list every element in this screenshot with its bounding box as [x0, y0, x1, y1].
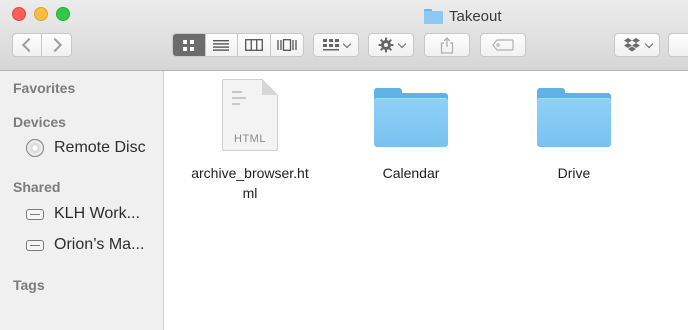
disc-icon	[26, 139, 44, 157]
list-view-button[interactable]	[206, 34, 238, 56]
list-view-icon	[213, 40, 230, 51]
minimize-window-button[interactable]	[34, 7, 48, 21]
icon-view-icon	[183, 39, 195, 51]
chevron-down-icon	[397, 39, 406, 48]
column-view-button[interactable]	[238, 34, 271, 56]
toolbar: Takeout	[0, 0, 688, 71]
file-browser-content: HTML archive_browser.ht ml Calendar Driv…	[165, 71, 688, 330]
cover-flow-icon	[277, 39, 297, 51]
dropbox-button[interactable]	[614, 33, 660, 57]
sidebar-item-label: Remote Disc	[54, 139, 146, 156]
share-button[interactable]	[424, 33, 470, 57]
sidebar-item-label: KLH Work...	[54, 205, 140, 222]
sidebar-item-orions-mac[interactable]: Orion’s Ma...	[24, 234, 144, 256]
toolbar-overflow-button[interactable]	[668, 33, 688, 57]
window-title-text: Takeout	[449, 7, 502, 25]
finder-window: Takeout Favorites Devices Remote Disc Sh…	[0, 0, 688, 330]
folder-item-drive[interactable]: Drive	[518, 88, 630, 183]
edit-tags-button[interactable]	[480, 33, 526, 57]
column-view-icon	[244, 39, 263, 51]
folder-name: Calendar	[382, 165, 440, 181]
file-name: archive_browser.ht ml	[191, 163, 309, 203]
gear-icon	[378, 37, 393, 53]
chevron-left-icon	[21, 37, 37, 53]
folder-item-calendar[interactable]: Calendar	[355, 88, 467, 183]
back-button[interactable]	[12, 33, 42, 57]
sidebar-item-remote-disc[interactable]: Remote Disc	[24, 137, 146, 159]
file-type-badge: HTML	[234, 133, 266, 145]
sidebar-item-label: Orion’s Ma...	[54, 236, 145, 253]
chevron-down-icon	[342, 39, 351, 48]
cover-flow-view-button[interactable]	[271, 34, 303, 56]
file-name-line: archive_browser.ht	[191, 165, 309, 181]
network-drive-icon	[26, 208, 44, 220]
sidebar-heading-tags: Tags	[13, 277, 45, 293]
sidebar-heading-shared: Shared	[13, 179, 61, 195]
share-icon	[440, 36, 454, 54]
zoom-window-button[interactable]	[56, 7, 70, 21]
dropbox-icon	[623, 38, 640, 52]
sidebar: Favorites Devices Remote Disc Shared KLH…	[0, 71, 164, 330]
tag-icon	[492, 39, 514, 51]
close-window-button[interactable]	[12, 7, 26, 21]
folder-icon	[424, 8, 443, 24]
window-title: Takeout	[424, 6, 502, 26]
network-drive-icon	[26, 239, 44, 251]
arrange-grid-icon	[322, 39, 339, 51]
view-mode-segmented-control	[172, 33, 304, 57]
action-button[interactable]	[368, 33, 414, 57]
html-document-icon: HTML	[222, 79, 278, 151]
sidebar-item-klh-work[interactable]: KLH Work...	[24, 203, 140, 225]
file-name-line: ml	[242, 185, 258, 201]
sidebar-heading-devices: Devices	[13, 114, 66, 130]
file-item-archive-browser[interactable]: HTML archive_browser.ht ml	[183, 79, 317, 203]
icon-view-button[interactable]	[173, 34, 206, 56]
forward-button[interactable]	[42, 33, 72, 57]
folder-icon	[374, 88, 448, 147]
sidebar-heading-favorites: Favorites	[13, 80, 76, 96]
arrange-button[interactable]	[313, 33, 359, 57]
chevron-down-icon	[644, 39, 653, 48]
folder-name: Drive	[557, 165, 591, 181]
folder-icon	[537, 88, 611, 147]
chevron-right-icon	[47, 37, 62, 53]
